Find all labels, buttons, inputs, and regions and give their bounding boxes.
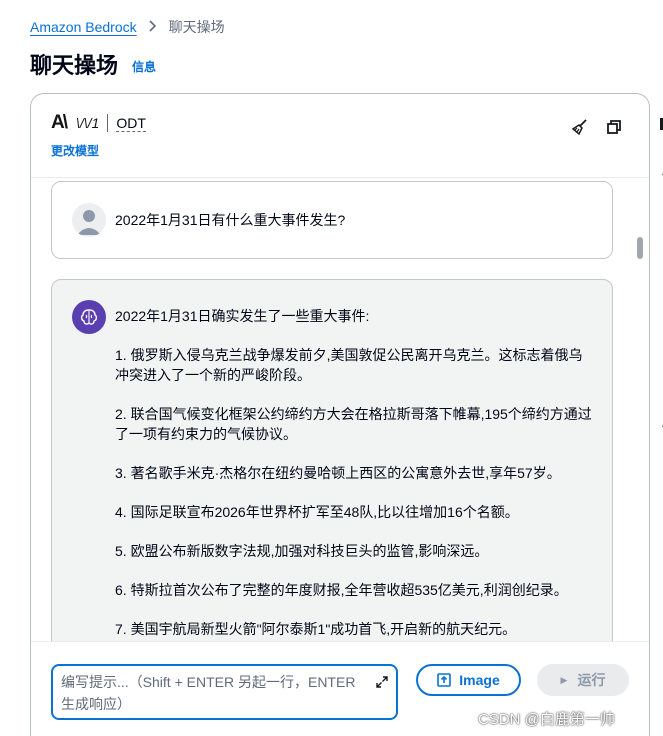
assistant-item: 5. 欧盟公布新版数字法规,加强对科技巨头的监管,影响深远。 [115, 543, 489, 559]
info-link[interactable]: 信息 [132, 58, 156, 75]
prompt-input[interactable]: 编写提示...（Shift + ENTER 另起一行，ENTER 生成响应） [51, 664, 398, 720]
model-name[interactable]: ODT [116, 115, 146, 132]
assistant-item: 6. 特斯拉首次公布了完整的年度财报,全年营收超535亿美元,利润创纪录。 [115, 582, 568, 598]
panel-header: A\ \/\/1 ODT 更改模型 [31, 94, 649, 178]
assistant-item: 2. 联合国气候变化框架公约缔约方大会在格拉斯哥落下帷幕,195个缔约方通过了一… [115, 406, 592, 442]
user-avatar-icon [72, 203, 106, 237]
chevron-right-icon [149, 19, 157, 35]
watermark: CSDN @白鹿第一帅 [478, 711, 615, 728]
breadcrumb-current: 聊天操场 [168, 19, 225, 35]
assistant-message-text: 2022年1月31日确实发生了一些重大事件: 1. 俄罗斯入侵乌克兰战争爆发前夕… [115, 306, 595, 641]
breadcrumb: Amazon Bedrock 聊天操场 [30, 17, 225, 37]
copy-icon[interactable] [603, 116, 625, 138]
chat-scrollbar[interactable] [635, 179, 645, 641]
expand-icon[interactable] [376, 672, 388, 694]
chat-panel: A\ \/\/1 ODT 更改模型 2022年1月31日有什么重大事件发生? 2… [30, 93, 650, 736]
run-button-label: 运行 [577, 672, 606, 688]
assistant-item: 1. 俄罗斯入侵乌克兰战争爆发前夕,美国敦促公民离开乌克兰。这标志着俄乌冲突进入… [115, 347, 583, 383]
assistant-item: 3. 著名歌手米克·杰格尔在纽约曼哈顿上西区的公寓意外去世,享年57岁。 [115, 465, 561, 481]
change-model-link[interactable]: 更改模型 [51, 142, 99, 159]
assistant-intro: 2022年1月31日确实发生了一些重大事件: [115, 308, 370, 324]
anthropic-logo-icon: A\ [51, 112, 68, 133]
user-message: 2022年1月31日有什么重大事件发生? [51, 181, 613, 259]
image-button[interactable]: Image [416, 664, 521, 696]
page-title: 聊天操场 [30, 53, 119, 78]
model-selector: A\ \/\/1 ODT [51, 112, 146, 134]
image-button-label: Image [459, 672, 500, 688]
upload-icon [437, 673, 452, 687]
model-glyph: \/\/1 [76, 115, 100, 131]
assistant-item: 7. 美国宇航局新型火箭"阿尔泰斯1"成功首飞,开启新的航天纪元。 [115, 621, 517, 637]
divider [107, 114, 109, 132]
assistant-item: 4. 国际足联宣布2026年世界杯扩军至48队,比以往增加16个名额。 [115, 504, 519, 520]
assistant-message: 2022年1月31日确实发生了一些重大事件: 1. 俄罗斯入侵乌克兰战争爆发前夕… [51, 279, 613, 641]
user-message-text: 2022年1月31日有什么重大事件发生? [115, 212, 346, 228]
brain-icon [72, 300, 106, 334]
play-icon: ▶ [560, 674, 568, 685]
run-button[interactable]: ▶ 运行 [537, 664, 629, 696]
scrollbar-thumb[interactable] [637, 237, 643, 259]
prompt-placeholder: 编写提示...（Shift + ENTER 另起一行，ENTER 生成响应） [61, 674, 356, 712]
broom-clear-icon[interactable] [569, 116, 591, 138]
chat-history[interactable]: 2022年1月31日有什么重大事件发生? 2022年1月31日确实发生了一些重大… [31, 179, 635, 641]
breadcrumb-link-bedrock[interactable]: Amazon Bedrock [30, 19, 137, 35]
